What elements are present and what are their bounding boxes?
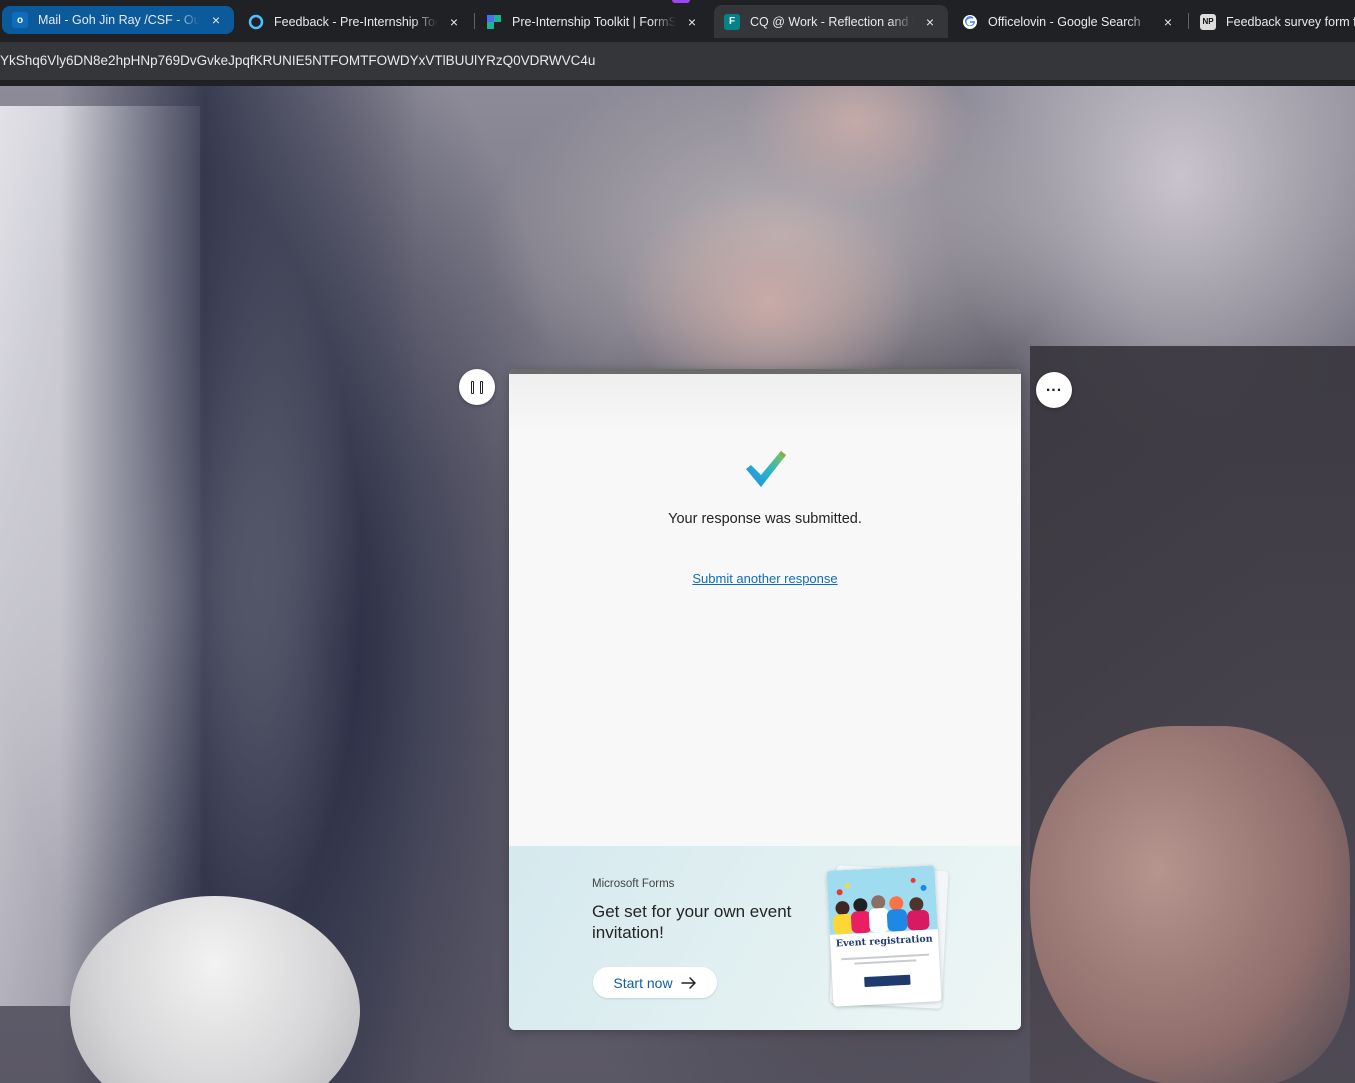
checkmark-icon — [746, 451, 786, 487]
tab-outlook[interactable]: o Mail - Goh Jin Ray /CSF - Outlook × — [2, 6, 234, 34]
response-card: Your response was submitted. Submit anot… — [509, 369, 1021, 1030]
forms-icon: F — [724, 13, 740, 30]
start-now-button[interactable]: Start now — [593, 967, 717, 998]
arrow-right-icon — [680, 976, 696, 989]
close-icon[interactable]: × — [208, 12, 224, 28]
illustration-text-lines — [841, 953, 930, 971]
pause-animation-button[interactable] — [459, 369, 495, 405]
tab-title: Mail - Goh Jin Ray /CSF - Outlook — [38, 13, 200, 27]
google-icon — [962, 14, 978, 30]
tab-title: Feedback - Pre-Internship Toolkit — [274, 14, 438, 29]
tab-np-feedback[interactable]: NP Feedback survey form fo — [1190, 5, 1355, 38]
close-icon[interactable]: × — [684, 14, 700, 30]
illustration-title: Event registration — [835, 933, 933, 950]
tab-title: Officelovin - Google Search — [988, 14, 1141, 29]
tab-formsg[interactable]: Pre-Internship Toolkit | FormSG × — [476, 5, 710, 38]
event-registration-illustration: Event registration — [826, 865, 942, 1007]
people-illustration — [826, 865, 938, 935]
close-icon[interactable]: × — [922, 14, 938, 30]
illustration-button — [864, 974, 911, 988]
tab-separator — [1188, 13, 1189, 29]
address-bar[interactable]: YkShq6Vly6DN8e2hpHNp769DvGvkeJpqfKRUNIE5… — [0, 42, 1355, 81]
close-icon[interactable]: × — [446, 14, 462, 30]
confirmation-message: Your response was submitted. — [668, 511, 862, 527]
active-tab-indicator — [672, 0, 690, 3]
submit-another-response-link[interactable]: Submit another response — [692, 571, 837, 586]
np-icon: NP — [1200, 13, 1216, 30]
promo-brand: Microsoft Forms — [592, 878, 675, 890]
tab-cq-at-work[interactable]: F CQ @ Work - Reflection and Feedback × — [714, 5, 948, 38]
more-icon: ... — [1045, 378, 1063, 395]
start-now-label: Start now — [613, 974, 673, 991]
tab-separator — [474, 13, 475, 29]
tab-feedback[interactable]: Feedback - Pre-Internship Toolkit × — [238, 5, 472, 38]
tab-title: Feedback survey form fo — [1226, 14, 1355, 29]
formsg-icon — [486, 14, 502, 30]
tab-title: Pre-Internship Toolkit | FormSG — [512, 14, 676, 29]
tab-google-search[interactable]: Officelovin - Google Search × — [952, 5, 1186, 38]
more-options-button[interactable]: ... — [1036, 372, 1072, 408]
pause-icon — [471, 380, 483, 394]
outlook-icon: o — [12, 12, 28, 28]
background-photo-hand-right — [1030, 726, 1350, 1083]
promo-title: Get set for your own event invitation! — [592, 902, 792, 942]
promo-banner: Microsoft Forms Get set for your own eve… — [509, 846, 1021, 1030]
circle-icon — [248, 14, 264, 30]
tab-title: CQ @ Work - Reflection and Feedback — [750, 14, 914, 29]
url-text[interactable]: YkShq6Vly6DN8e2hpHNp769DvGvkeJpqfKRUNIE5… — [0, 53, 595, 68]
close-icon[interactable]: × — [1160, 14, 1176, 30]
tab-strip: o Mail - Goh Jin Ray /CSF - Outlook × Fe… — [0, 0, 1355, 42]
